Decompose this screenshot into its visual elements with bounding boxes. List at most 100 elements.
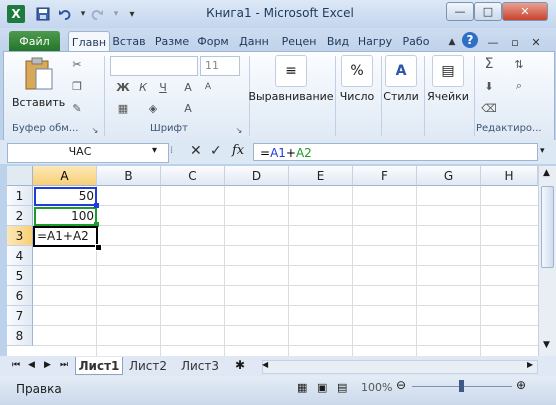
ribbon-minimize-icon[interactable]: ▲ [443,33,461,51]
zoom-level[interactable]: 100% [361,381,392,394]
underline-icon[interactable]: Ч [154,79,172,95]
cell-a2[interactable]: 100 [36,206,94,226]
workbook-close-icon[interactable]: ✕ [527,33,545,51]
workbook-restore-icon[interactable]: ▫ [506,33,524,51]
find-select-icon[interactable]: ⌕ [510,78,528,94]
scroll-up-icon[interactable]: ▲ [540,168,553,182]
page-layout-view-icon[interactable]: ▣ [317,381,327,394]
clear-icon[interactable]: ⌫ [480,100,498,116]
cells-button[interactable]: ▤ Ячейки [427,55,469,103]
clipboard-launcher-icon[interactable]: ↘ [90,122,100,138]
zoom-in-icon[interactable]: ⊕ [516,378,526,392]
format-painter-icon[interactable]: ✎ [68,100,86,116]
scroll-down-icon[interactable]: ▼ [540,340,553,354]
next-sheet-icon[interactable]: ▶ [44,360,51,370]
column-header-f[interactable]: F [353,166,417,186]
font-color-icon[interactable]: A [179,100,197,116]
zoom-out-icon[interactable]: ⊖ [396,378,406,392]
tab-data[interactable]: Данн [236,31,272,51]
tab-formulas[interactable]: Форм [195,31,231,51]
cut-icon[interactable]: ✂ [68,56,86,72]
row-header-5[interactable]: 5 [7,266,33,286]
bold-icon[interactable]: Ж [114,79,132,95]
formula-input[interactable]: =A1+A2 [253,143,538,161]
italic-icon[interactable]: К [134,79,152,95]
name-box-dropdown-icon[interactable]: ▾ [152,145,157,156]
tab-home[interactable]: Главн [68,31,110,52]
fill-color-icon[interactable]: ◈ [144,100,162,116]
horizontal-scrollbar[interactable] [262,360,538,374]
customize-qat-icon[interactable]: ▾ [123,5,141,23]
scroll-left-icon[interactable]: ◀ [262,360,272,369]
autosum-icon[interactable]: Σ [480,56,498,72]
increase-font-icon[interactable]: A [179,79,197,95]
alignment-icon: ≡ [275,55,307,87]
row-header-1[interactable]: 1 [7,186,33,206]
column-header-h[interactable]: H [481,166,538,186]
column-header-a[interactable]: A [33,166,97,186]
close-button[interactable]: ✕ [502,2,548,21]
fill-icon[interactable]: ⬇ [480,78,498,94]
zoom-slider-thumb[interactable] [459,380,464,392]
cell-a3[interactable]: =A1+A2 [37,226,127,246]
number-button[interactable]: % Число [340,55,374,103]
normal-view-icon[interactable]: ▦ [297,381,307,394]
redo-icon[interactable] [88,5,106,23]
alignment-button[interactable]: ≡ Выравнивание [248,55,334,103]
tab-view[interactable]: Вид [324,31,352,51]
column-header-c[interactable]: C [161,166,225,186]
row-header-3[interactable]: 3 [7,226,33,246]
tab-file[interactable]: Файл [9,31,60,51]
sheet-tab-2[interactable]: Лист2 [125,357,171,374]
tab-insert[interactable]: Встав [110,31,148,51]
row-header-2[interactable]: 2 [7,206,33,226]
styles-button[interactable]: A Стили [383,55,419,103]
help-icon[interactable]: ? [462,32,478,48]
borders-icon[interactable]: ▦ [114,100,132,116]
confirm-formula-icon[interactable]: ✓ [210,143,222,159]
decrease-font-icon[interactable]: A [199,79,217,95]
excel-app-icon[interactable]: X [7,5,25,23]
font-name-combo[interactable] [110,56,198,76]
number-label: Число [339,90,375,103]
tab-review[interactable]: Рецен [278,31,320,51]
insert-sheet-icon[interactable]: ✱ [235,358,245,372]
expand-formula-icon[interactable]: ▾ [540,146,545,156]
splitter-handle[interactable]: ⁞ [170,145,178,159]
font-launcher-icon[interactable]: ↘ [234,122,244,138]
prev-sheet-icon[interactable]: ◀ [28,360,35,370]
select-all-button[interactable] [7,166,33,186]
row-header-4[interactable]: 4 [7,246,33,266]
reference-handle-a1[interactable] [94,203,99,208]
column-header-b[interactable]: B [97,166,161,186]
save-icon[interactable] [34,5,52,23]
maximize-button[interactable]: □ [474,2,502,21]
scroll-right-icon[interactable]: ▶ [527,360,537,369]
column-header-d[interactable]: D [225,166,289,186]
sheet-tab-3[interactable]: Лист3 [177,357,223,374]
column-header-g[interactable]: G [417,166,481,186]
row-header-6[interactable]: 6 [7,286,33,306]
tab-page-layout[interactable]: Разме [152,31,192,51]
paste-button[interactable]: Вставить [12,55,65,109]
workbook-minimize-icon[interactable]: — [484,33,502,51]
vertical-scroll-thumb[interactable] [541,186,554,268]
copy-icon[interactable]: ❐ [68,78,86,94]
font-size-combo[interactable]: 11 [200,56,240,76]
last-sheet-icon[interactable]: ⏭ [60,360,68,370]
column-header-e[interactable]: E [289,166,353,186]
row-header-8[interactable]: 8 [7,326,33,346]
sort-filter-icon[interactable]: ⇅ [510,56,528,72]
undo-icon[interactable] [56,5,74,23]
fill-handle[interactable] [95,244,102,251]
cancel-formula-icon[interactable]: ✕ [190,143,202,159]
cell-a1[interactable]: 50 [36,186,94,206]
tab-addins[interactable]: Нагру [355,31,395,51]
sheet-tab-1[interactable]: Лист1 [75,357,123,375]
page-break-view-icon[interactable]: ▤ [337,381,347,394]
row-header-7[interactable]: 7 [7,306,33,326]
tab-work[interactable]: Рабо [398,31,434,51]
minimize-button[interactable]: — [446,2,474,21]
insert-function-icon[interactable]: fx [232,143,244,158]
first-sheet-icon[interactable]: ⏮ [12,360,20,370]
